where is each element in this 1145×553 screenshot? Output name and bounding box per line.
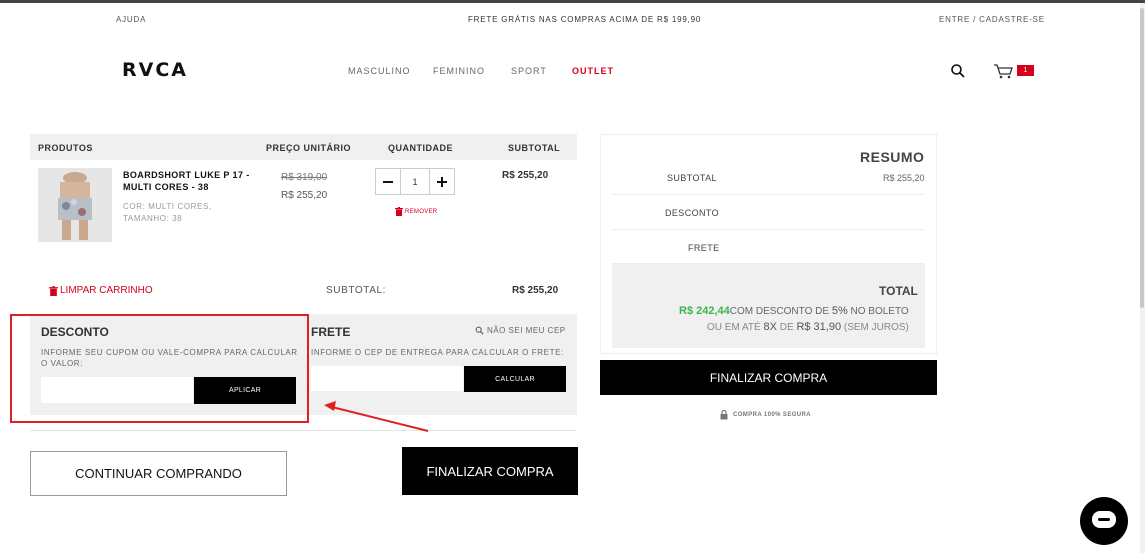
divider xyxy=(612,194,925,195)
annotation-highlight-box xyxy=(10,314,309,423)
nav-feminino[interactable]: FEMININO xyxy=(433,66,485,76)
secure-purchase-badge: COMPRA 100% SEGURA xyxy=(720,410,811,420)
product-image[interactable] xyxy=(38,168,112,242)
summary-total-label: TOTAL xyxy=(879,284,918,298)
trash-icon xyxy=(395,207,403,216)
cart-count-badge: 1 xyxy=(1017,65,1034,76)
checkout-button[interactable]: FINALIZAR COMPRA xyxy=(402,447,578,495)
summary-title: RESUMO xyxy=(860,149,925,165)
lock-icon xyxy=(720,410,728,420)
summary-shipping-label: FRETE xyxy=(688,243,720,253)
nav-sport[interactable]: SPORT xyxy=(511,66,547,76)
shipping-title: FRETE xyxy=(311,325,351,339)
quantity-input[interactable]: 1 xyxy=(401,169,429,194)
nav-masculino[interactable]: MASCULINO xyxy=(348,66,411,76)
divider xyxy=(30,430,577,431)
rvca-logo[interactable]: RVCA xyxy=(122,59,188,81)
search-icon[interactable] xyxy=(950,63,966,79)
col-products: PRODUTOS xyxy=(38,143,93,153)
shipping-description: INFORME O CEP DE ENTREGA PARA CALCULAR O… xyxy=(311,348,564,357)
unit-price: R$ 255,20 xyxy=(281,190,328,201)
trash-icon xyxy=(49,285,58,296)
cart-icon[interactable] xyxy=(993,63,1015,79)
login-link[interactable]: ENTRE / CADASTRE-SE xyxy=(939,15,1045,24)
quantity-plus-button[interactable] xyxy=(429,169,454,194)
remove-item-link[interactable]: REMOVER xyxy=(395,207,437,216)
calculate-shipping-button[interactable]: CALCULAR xyxy=(464,366,566,392)
summary-checkout-button[interactable]: FINALIZAR COMPRA xyxy=(600,360,937,395)
quantity-minus-button[interactable] xyxy=(376,169,401,194)
chat-bubble-icon xyxy=(1092,511,1116,528)
cart-subtotal-label: SUBTOTAL: xyxy=(326,285,387,296)
continue-shopping-button[interactable]: CONTINUAR COMPRANDO xyxy=(30,451,287,496)
summary-subtotal-label: SUBTOTAL xyxy=(667,173,717,183)
product-attributes: COR: MULTI CORES, TAMANHO: 38 xyxy=(123,202,212,223)
installments-line: OU EM ATÉ 8X DE R$ 31,90 (SEM JUROS) xyxy=(707,321,909,333)
clear-cart-link[interactable]: LIMPAR CARRINHO xyxy=(49,285,153,296)
promo-banner: FRETE GRÁTIS NAS COMPRAS ACIMA DE R$ 199… xyxy=(468,15,702,24)
col-unit-price: PREÇO UNITÁRIO xyxy=(266,143,352,153)
annotation-arrow-icon xyxy=(324,401,429,432)
nav-outlet[interactable]: OUTLET xyxy=(572,66,614,76)
col-subtotal: SUBTOTAL xyxy=(508,143,561,153)
summary-discount-label: DESCONTO xyxy=(665,208,720,218)
total-value: R$ 242,44 xyxy=(679,305,730,317)
product-name[interactable]: BOARDSHORT LUKE P 17 - MULTI CORES - 38 xyxy=(123,169,250,193)
search-icon xyxy=(475,326,484,335)
unknown-cep-link[interactable]: NÃO SEI MEU CEP xyxy=(475,326,566,335)
cep-input[interactable] xyxy=(311,366,463,391)
scrollbar-thumb[interactable] xyxy=(1140,8,1144,308)
quantity-stepper: 1 xyxy=(375,168,455,195)
cart-subtotal-value: R$ 255,20 xyxy=(512,285,559,296)
boleto-line: R$ 242,44COM DESCONTO DE 5% NO BOLETO xyxy=(679,305,909,317)
item-subtotal: R$ 255,20 xyxy=(502,170,549,181)
col-quantity: QUANTIDADE xyxy=(388,143,453,153)
old-price: R$ 319,00 xyxy=(281,172,328,183)
page-scrollbar[interactable] xyxy=(1140,3,1145,553)
summary-subtotal-value: R$ 255,20 xyxy=(883,173,925,183)
help-link[interactable]: AJUDA xyxy=(116,15,146,24)
divider xyxy=(612,229,925,230)
chat-button[interactable] xyxy=(1080,497,1128,545)
